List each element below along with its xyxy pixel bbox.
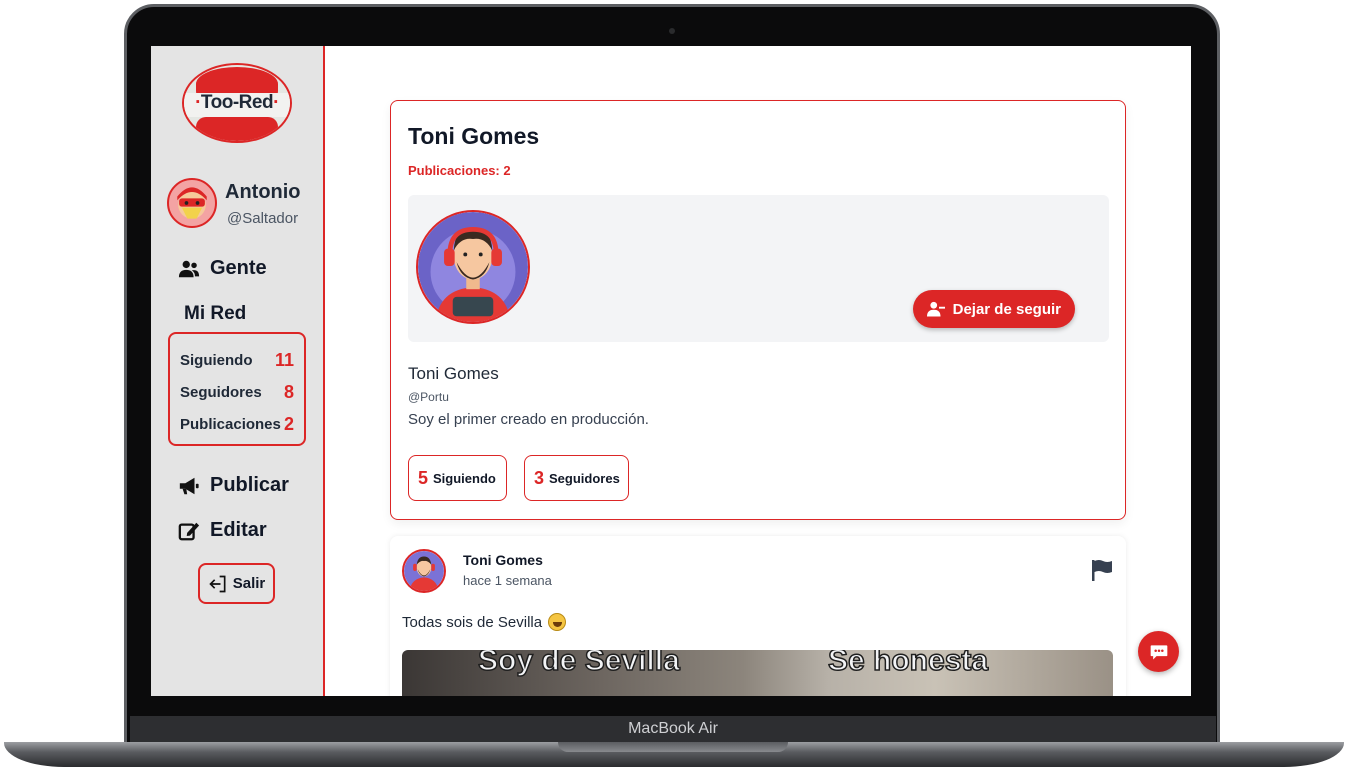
- nav-publicar-label: Publicar: [210, 474, 289, 496]
- profile-bio: Soy el primer creado en producción.: [408, 411, 649, 428]
- current-user-handle: @Saltador: [227, 210, 299, 227]
- nav-editar-label: Editar: [210, 519, 267, 541]
- nav-gente[interactable]: Gente: [178, 257, 267, 280]
- profile-cover: Dejar de seguir: [408, 195, 1109, 342]
- unfollow-label: Dejar de seguir: [952, 300, 1061, 318]
- logout-button[interactable]: Salir: [198, 563, 275, 604]
- profile-avatar: [416, 210, 530, 324]
- unfollow-button[interactable]: Dejar de seguir: [912, 290, 1075, 328]
- post-timestamp: hace 1 semana: [463, 573, 552, 588]
- current-user-name: Antonio: [225, 181, 301, 203]
- user-minus-icon: [926, 301, 945, 317]
- app-screen: ·Too-Red· Antonio @Saltador Gente Mi Red…: [151, 46, 1191, 696]
- logout-label: Salir: [232, 575, 266, 592]
- media-caption-left: Soy de Sevilla: [477, 650, 680, 678]
- avatar: [167, 178, 217, 228]
- profile-title: Toni Gomes: [408, 123, 540, 149]
- flag-icon[interactable]: [1090, 558, 1114, 582]
- mi-red-stats: Siguiendo 11 Seguidores 8 Publicaciones …: [168, 332, 306, 446]
- sidebar: ·Too-Red· Antonio @Saltador Gente Mi Red…: [151, 46, 325, 696]
- profile-full-name: Toni Gomes: [408, 364, 499, 383]
- current-user[interactable]: Antonio @Saltador: [167, 178, 317, 228]
- bullhorn-icon: [179, 477, 199, 494]
- stat-seguidores[interactable]: Seguidores 8: [180, 376, 294, 408]
- post-author-name[interactable]: Toni Gomes: [463, 552, 543, 568]
- media-caption-right: Se honesta: [827, 650, 989, 678]
- users-icon: [178, 260, 200, 277]
- laughing-emoji-icon: [548, 613, 567, 631]
- edit-icon: [178, 522, 200, 540]
- stat-siguiendo[interactable]: Siguiendo 11: [180, 344, 294, 376]
- profile-following-button[interactable]: 5 Siguiendo: [408, 455, 507, 501]
- chat-icon: [1150, 644, 1167, 659]
- chat-button[interactable]: [1138, 631, 1179, 672]
- post-media[interactable]: Soy de Sevilla Se honesta: [402, 650, 1113, 696]
- nav-editar[interactable]: Editar: [178, 519, 267, 542]
- device-label: MacBook Air: [628, 720, 718, 737]
- app-logo[interactable]: ·Too-Red·: [182, 63, 292, 143]
- sign-out-icon: [209, 575, 226, 592]
- profile-followers-button[interactable]: 3 Seguidores: [524, 455, 629, 501]
- laptop-mockup: MacBook Air ·Too-Red· Antonio @Saltador …: [0, 0, 1348, 767]
- profile-card: Toni Gomes Publicaciones: 2 Dejar de seg…: [390, 100, 1126, 520]
- nav-gente-label: Gente: [210, 257, 267, 279]
- stat-publicaciones[interactable]: Publicaciones 2: [180, 408, 294, 440]
- profile-handle: @Portu: [408, 390, 449, 404]
- camera: [669, 28, 675, 34]
- mi-red-title: Mi Red: [184, 303, 247, 324]
- profile-publications-count: Publicaciones: 2: [408, 163, 511, 178]
- post-text: Todas sois de Sevilla: [402, 613, 567, 631]
- laptop-notch: [558, 742, 788, 752]
- post-author-avatar[interactable]: [402, 549, 446, 593]
- nav-publicar[interactable]: Publicar: [178, 474, 289, 497]
- post-card: Toni Gomes hace 1 semana Todas sois de S…: [390, 536, 1126, 696]
